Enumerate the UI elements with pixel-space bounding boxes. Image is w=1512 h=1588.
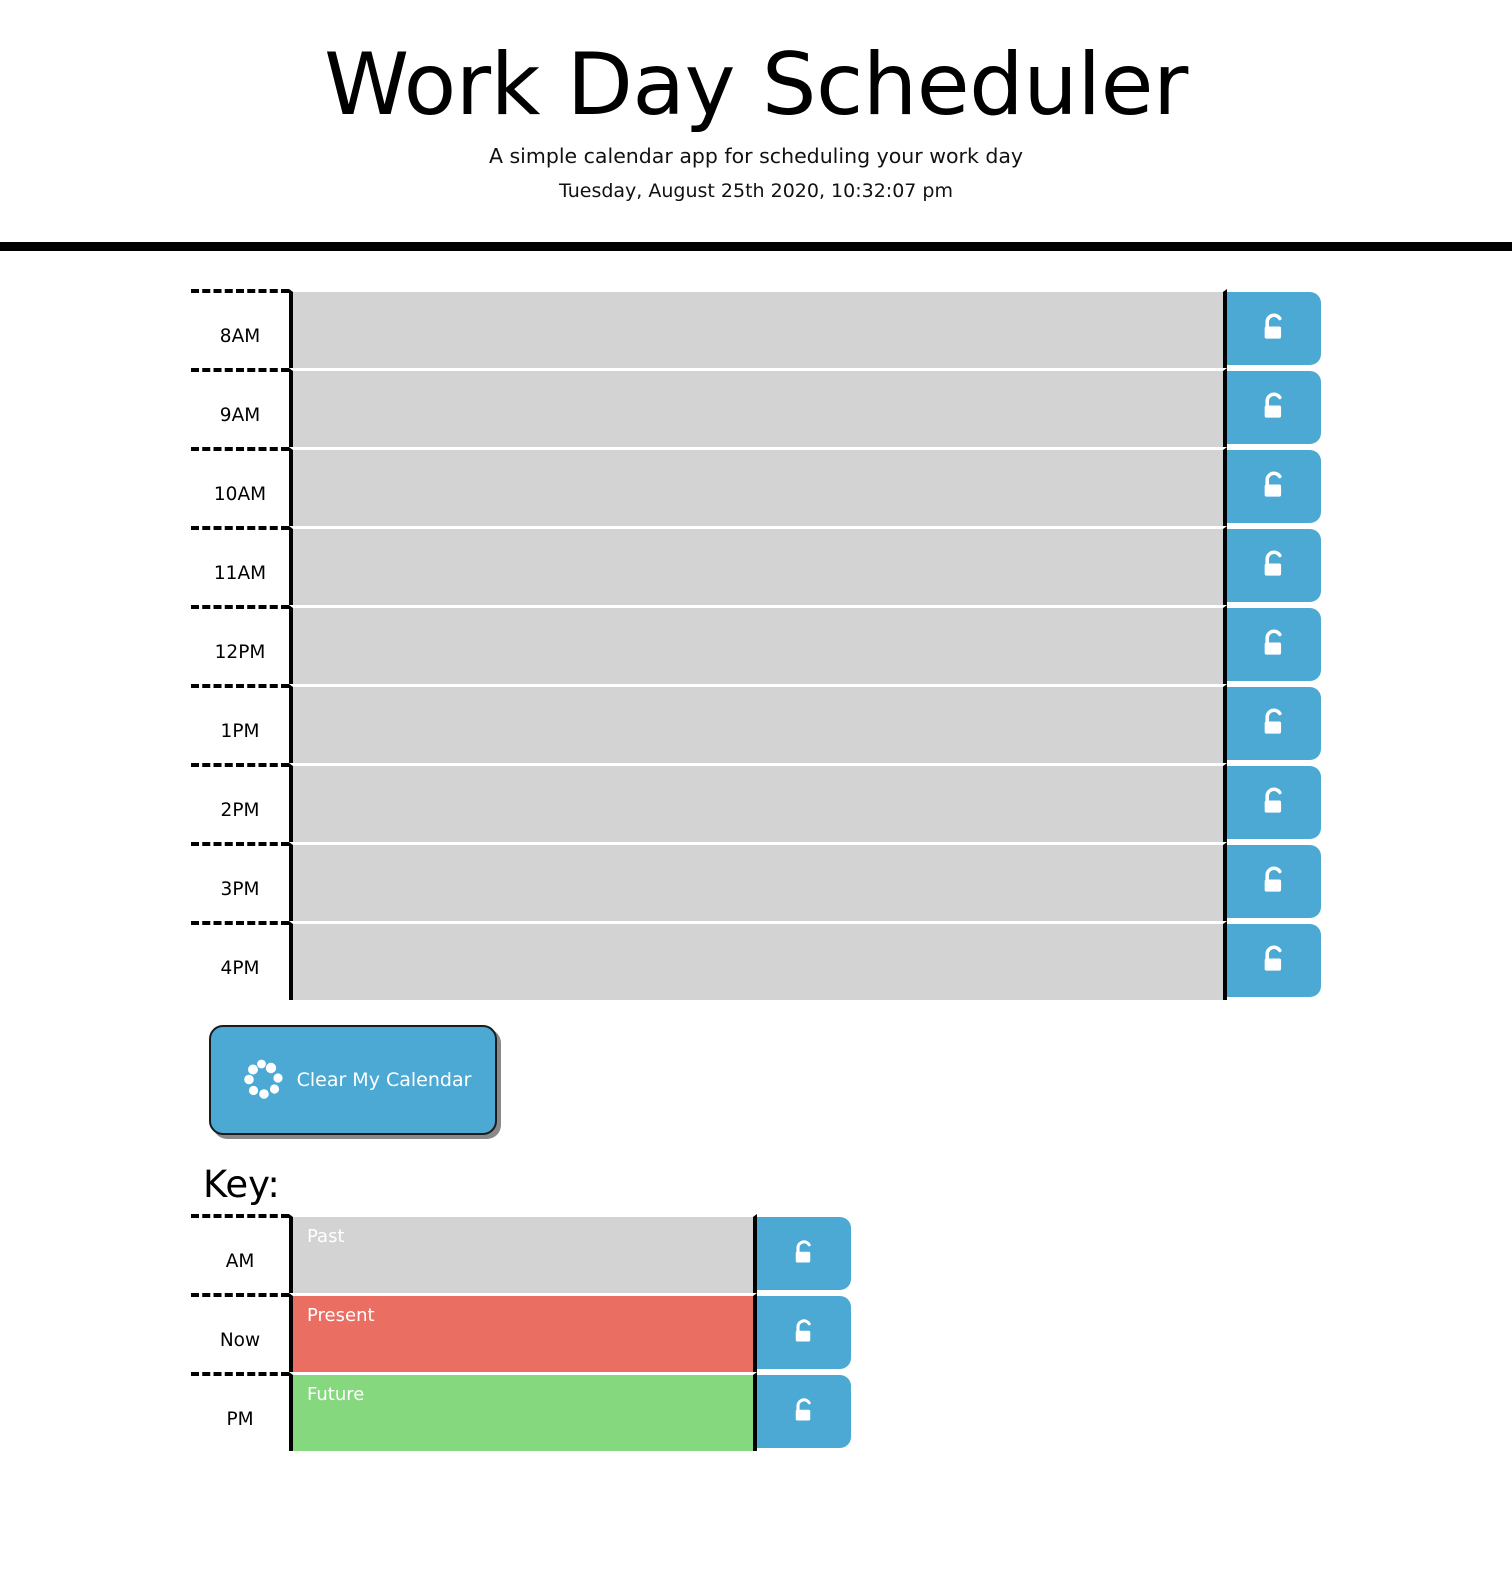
key-row-description	[289, 1372, 757, 1452]
time-block-input[interactable]	[289, 526, 1227, 606]
key-row-label: Now	[191, 1293, 289, 1373]
hour-label: 4PM	[191, 921, 289, 1001]
key-row: PM	[191, 1372, 851, 1452]
save-block-button[interactable]	[757, 1296, 851, 1370]
unlock-padlock-icon	[1257, 391, 1291, 425]
save-block-button[interactable]	[1227, 608, 1321, 682]
clear-calendar-row: Clear My Calendar	[191, 1025, 1321, 1136]
time-block-row: 12PM	[191, 605, 1321, 685]
time-block-row: 11AM	[191, 526, 1321, 606]
hour-label: 3PM	[191, 842, 289, 922]
clear-calendar-button[interactable]: Clear My Calendar	[209, 1025, 497, 1136]
clear-calendar-label: Clear My Calendar	[296, 1069, 472, 1092]
spinner-circle-icon	[235, 1052, 287, 1109]
schedule-list: 8AM 9AM 10AM 11AM 12PM 1PM 2PM 3PM 4PM	[191, 289, 1321, 1001]
time-block-row: 10AM	[191, 447, 1321, 527]
save-block-button[interactable]	[757, 1217, 851, 1291]
time-block-input[interactable]	[289, 763, 1227, 843]
time-block-input[interactable]	[289, 842, 1227, 922]
unlock-padlock-icon	[1257, 549, 1291, 583]
key-row-label: PM	[191, 1372, 289, 1452]
unlock-padlock-icon	[1257, 707, 1291, 741]
header-divider	[0, 242, 1512, 252]
time-block-row: 1PM	[191, 684, 1321, 764]
time-block-row: 2PM	[191, 763, 1321, 843]
unlock-padlock-icon	[1257, 944, 1291, 978]
unlock-padlock-icon	[1257, 628, 1291, 662]
save-block-button[interactable]	[1227, 371, 1321, 445]
hour-label: 9AM	[191, 368, 289, 448]
key-heading: Key:	[203, 1163, 280, 1207]
key-row: AM	[191, 1214, 851, 1294]
unlock-padlock-icon	[789, 1239, 819, 1269]
current-datetime: Tuesday, August 25th 2020, 10:32:07 pm	[559, 180, 953, 203]
save-block-button[interactable]	[1227, 292, 1321, 366]
save-block-button[interactable]	[1227, 450, 1321, 524]
time-block-row: 9AM	[191, 368, 1321, 448]
save-block-button[interactable]	[1227, 529, 1321, 603]
time-block-input[interactable]	[289, 684, 1227, 764]
time-block-row: 8AM	[191, 289, 1321, 369]
save-block-button[interactable]	[1227, 766, 1321, 840]
time-block-input[interactable]	[289, 368, 1227, 448]
hour-label: 12PM	[191, 605, 289, 685]
unlock-padlock-icon	[1257, 470, 1291, 504]
time-block-input[interactable]	[289, 921, 1227, 1001]
save-block-button[interactable]	[1227, 687, 1321, 761]
key-row-description	[289, 1293, 757, 1373]
unlock-padlock-icon	[789, 1397, 819, 1427]
time-block-input[interactable]	[289, 289, 1227, 369]
page-title: Work Day Scheduler	[324, 35, 1188, 135]
page-tagline: A simple calendar app for scheduling you…	[488, 144, 1024, 169]
scheduler-container: 8AM 9AM 10AM 11AM 12PM 1PM 2PM 3PM 4PM Clear My …	[191, 251, 1321, 1551]
hour-label: 1PM	[191, 684, 289, 764]
page-header: Work Day Scheduler A simple calendar app…	[0, 0, 1512, 243]
unlock-padlock-icon	[789, 1318, 819, 1348]
hour-label: 2PM	[191, 763, 289, 843]
unlock-padlock-icon	[1257, 312, 1291, 346]
key-list: AMNowPM	[191, 1214, 1321, 1452]
hour-label: 11AM	[191, 526, 289, 606]
unlock-padlock-icon	[1257, 865, 1291, 899]
bottom-spacer	[191, 1451, 1321, 1551]
save-block-button[interactable]	[757, 1375, 851, 1449]
time-block-input[interactable]	[289, 447, 1227, 527]
hour-label: 8AM	[191, 289, 289, 369]
save-block-button[interactable]	[1227, 845, 1321, 919]
hour-label: 10AM	[191, 447, 289, 527]
time-block-row: 4PM	[191, 921, 1321, 1001]
key-row: Now	[191, 1293, 851, 1373]
key-row-label: AM	[191, 1214, 289, 1294]
save-block-button[interactable]	[1227, 924, 1321, 998]
unlock-padlock-icon	[1257, 786, 1291, 820]
time-block-row: 3PM	[191, 842, 1321, 922]
key-row-description	[289, 1214, 757, 1294]
time-block-input[interactable]	[289, 605, 1227, 685]
